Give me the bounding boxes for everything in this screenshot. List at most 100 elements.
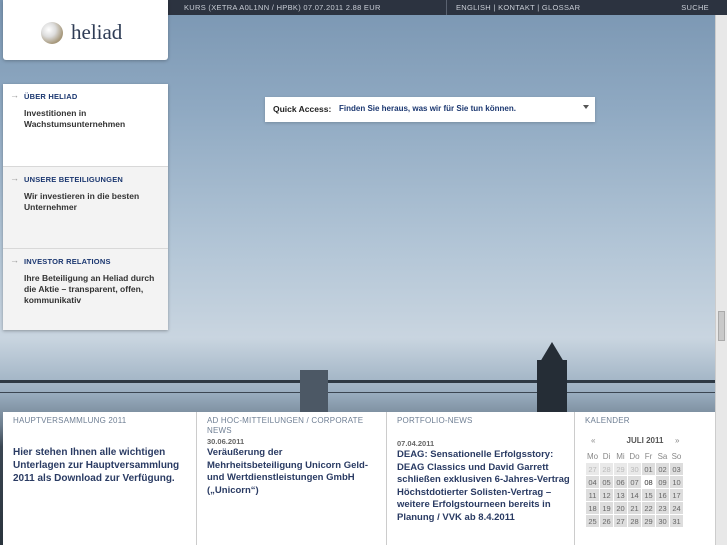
calendar-day: 30 xyxy=(628,463,641,475)
nav-item-title: UNSERE BETEILIGUNGEN xyxy=(24,175,124,184)
calendar-body: 27 28 29 30 01 02 03 04 05 06 07 08 09 10 11 12 13 14 15 16… xyxy=(586,463,683,527)
teaser-section: HAUPTVERSAMMLUNG 2011 Hier stehen Ihnen … xyxy=(3,412,715,545)
calendar-day[interactable]: 23 xyxy=(656,502,669,514)
calendar-day[interactable]: 01 xyxy=(642,463,655,475)
calendar-day[interactable]: 28 xyxy=(628,515,641,527)
calendar-week-row: 11 12 13 14 15 16 17 xyxy=(586,489,683,501)
calendar-day[interactable]: 13 xyxy=(614,489,627,501)
calendar-day[interactable]: 19 xyxy=(600,502,613,514)
balcony-railing-lower xyxy=(0,392,715,393)
link-separator: | xyxy=(534,3,542,12)
teaser-link[interactable]: Veräußerung der Mehrheitsbeteiligung Uni… xyxy=(207,447,377,497)
nav-item-description: Investitionen in Wachstumsunternehmen xyxy=(24,108,126,129)
calendar-day[interactable]: 22 xyxy=(642,502,655,514)
quick-access-label: Quick Access: xyxy=(273,104,332,114)
link-separator: | xyxy=(491,3,499,12)
nav-item-description: Ihre Beteiligung an Heliad durch die Akt… xyxy=(24,273,155,305)
top-bar-divider xyxy=(446,0,447,15)
teaser-link[interactable]: Hier stehen Ihnen alle wichtigen Unterla… xyxy=(13,446,188,485)
calendar-day[interactable]: 24 xyxy=(670,502,683,514)
vertical-scrollbar[interactable] xyxy=(715,15,727,545)
calendar-week-row: 27 28 29 30 01 02 03 xyxy=(586,463,683,475)
tower-silhouette xyxy=(537,360,567,412)
calendar-day[interactable]: 27 xyxy=(614,515,627,527)
calendar-day[interactable]: 18 xyxy=(586,502,599,514)
calendar-day[interactable]: 03 xyxy=(670,463,683,475)
teaser-link[interactable]: DEAG: Sensationelle Erfolgsstory: DEAG C… xyxy=(397,449,571,524)
tower-spire xyxy=(540,342,564,362)
news-date: 30.06.2011 xyxy=(207,437,245,446)
calendar-day[interactable]: 10 xyxy=(670,476,683,488)
previous-month-button[interactable]: « xyxy=(591,436,595,445)
top-links: ENGLISH | KONTAKT | GLOSSAR xyxy=(456,3,580,12)
arrow-right-icon: → xyxy=(10,173,19,183)
teaser-adhoc: AD HOC-MITTEILUNGEN / CORPORATE NEWS 30.… xyxy=(197,412,387,545)
teaser-hauptversammlung: HAUPTVERSAMMLUNG 2011 Hier stehen Ihnen … xyxy=(3,412,197,545)
calendar-day: 28 xyxy=(600,463,613,475)
calendar-day: 27 xyxy=(586,463,599,475)
calendar-day[interactable]: 09 xyxy=(656,476,669,488)
calendar-day[interactable]: 02 xyxy=(656,463,669,475)
calendar-day[interactable]: 17 xyxy=(670,489,683,501)
calendar-day[interactable]: 29 xyxy=(642,515,655,527)
calendar-day[interactable]: 16 xyxy=(656,489,669,501)
weekday-label: Do xyxy=(629,451,640,461)
calendar-day[interactable]: 07 xyxy=(628,476,641,488)
calendar-day[interactable]: 04 xyxy=(586,476,599,488)
quick-access-selected-value: Finden Sie heraus, was wir für Sie tun k… xyxy=(339,104,516,113)
share-price-ticker: KURS (XETRA A0L1NN / HPBK) 07.07.2011 2.… xyxy=(184,3,381,12)
calendar-week-row: 04 05 06 07 08 09 10 xyxy=(586,476,683,488)
weekday-label: Fr xyxy=(644,451,653,461)
news-date: 07.04.2011 xyxy=(397,439,435,448)
calendar-day[interactable]: 08 xyxy=(642,476,655,488)
arrow-right-icon: → xyxy=(10,255,19,265)
calendar-grid: Mo Di Mi Do Fr Sa So 27 28 29 30 01 02 03 04 05 06 07 08 0… xyxy=(585,449,684,528)
calendar-day[interactable]: 31 xyxy=(670,515,683,527)
nav-item-ueber-heliad[interactable]: → ÜBER HELIAD Investitionen in Wachstums… xyxy=(3,84,168,166)
teaser-heading: PORTFOLIO-NEWS xyxy=(397,416,473,425)
weekday-label: Di xyxy=(602,451,611,461)
search-link[interactable]: SUCHE xyxy=(681,3,709,12)
calendar-day: 29 xyxy=(614,463,627,475)
logo-sphere-icon xyxy=(41,22,63,44)
weekday-label: So xyxy=(671,451,682,461)
weekday-label: Mo xyxy=(586,451,599,461)
building-silhouette xyxy=(300,370,328,412)
calendar-day[interactable]: 21 xyxy=(628,502,641,514)
kontakt-link[interactable]: KONTAKT xyxy=(498,3,535,12)
calendar-week-row: 25 26 27 28 29 30 31 xyxy=(586,515,683,527)
top-bar: KURS (XETRA A0L1NN / HPBK) 07.07.2011 2.… xyxy=(168,0,727,15)
nav-item-title: INVESTOR RELATIONS xyxy=(24,257,111,266)
calendar-day[interactable]: 11 xyxy=(586,489,599,501)
calendar-day[interactable]: 25 xyxy=(586,515,599,527)
calendar-day[interactable]: 14 xyxy=(628,489,641,501)
calendar-day[interactable]: 20 xyxy=(614,502,627,514)
glossar-link[interactable]: GLOSSAR xyxy=(542,3,580,12)
english-link[interactable]: ENGLISH xyxy=(456,3,491,12)
calendar-week-row: 18 19 20 21 22 23 24 xyxy=(586,502,683,514)
teaser-heading: KALENDER xyxy=(585,416,630,425)
calendar-day[interactable]: 30 xyxy=(656,515,669,527)
nav-item-description: Wir investieren in die besten Unternehme… xyxy=(24,191,140,212)
calendar-day[interactable]: 05 xyxy=(600,476,613,488)
calendar-widget: KALENDER « JULI 2011 » Mo Di Mi Do Fr Sa So 27… xyxy=(575,412,715,545)
nav-item-beteiligungen[interactable]: → UNSERE BETEILIGUNGEN Wir investieren i… xyxy=(3,166,168,248)
calendar-day[interactable]: 26 xyxy=(600,515,613,527)
calendar-day[interactable]: 06 xyxy=(614,476,627,488)
scrollbar-grip[interactable] xyxy=(718,311,725,341)
teaser-heading: HAUPTVERSAMMLUNG 2011 xyxy=(13,416,127,425)
nav-item-investor-relations[interactable]: → INVESTOR RELATIONS Ihre Beteiligung an… xyxy=(3,248,168,330)
calendar-month-label: JULI 2011 xyxy=(626,436,664,445)
calendar-day[interactable]: 15 xyxy=(642,489,655,501)
logo[interactable]: heliad xyxy=(3,0,168,60)
arrow-right-icon: → xyxy=(10,90,19,100)
next-month-button[interactable]: » xyxy=(675,436,679,445)
balcony-railing xyxy=(0,380,715,383)
teaser-heading: AD HOC-MITTEILUNGEN / CORPORATE NEWS xyxy=(207,416,364,435)
nav-item-title: ÜBER HELIAD xyxy=(24,92,78,101)
main-navigation: → ÜBER HELIAD Investitionen in Wachstums… xyxy=(3,84,168,330)
weekday-label: Mi xyxy=(616,451,625,461)
calendar-day[interactable]: 12 xyxy=(600,489,613,501)
quick-access-dropdown[interactable]: Quick Access: Finden Sie heraus, was wir… xyxy=(265,97,595,122)
logo-wordmark: heliad xyxy=(71,20,123,44)
